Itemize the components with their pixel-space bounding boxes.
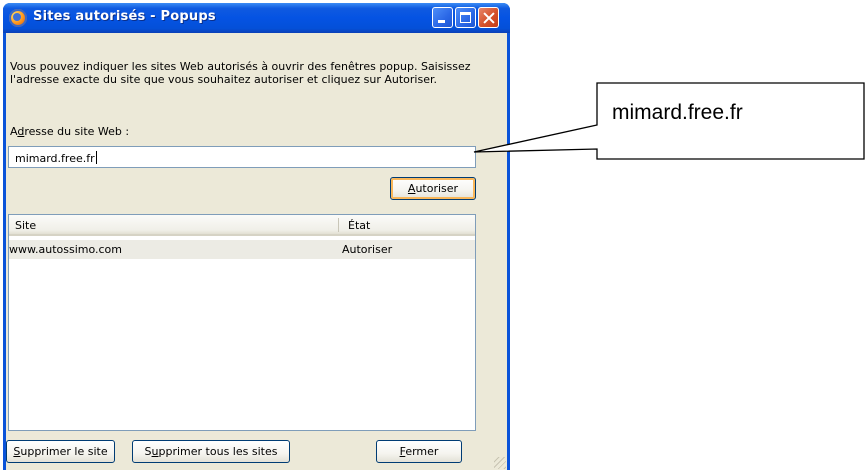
dialog-body: Vous pouvez indiquer les sites Web autor… bbox=[6, 33, 507, 470]
list-header: Site État bbox=[9, 215, 475, 236]
column-header-site[interactable]: Site bbox=[15, 219, 36, 232]
remove-all-sites-button[interactable]: Supprimer tous les sites bbox=[132, 440, 290, 463]
address-label: Adresse du site Web : bbox=[10, 125, 130, 138]
callout-text: mimard.free.fr bbox=[612, 101, 743, 124]
description-text: Vous pouvez indiquer les sites Web autor… bbox=[10, 60, 471, 86]
window-title: Sites autorisés - Popups bbox=[33, 9, 216, 24]
minimize-button[interactable] bbox=[432, 7, 453, 28]
list-item-status: Autoriser bbox=[342, 243, 393, 256]
close-button[interactable]: Fermer bbox=[376, 440, 462, 463]
site-address-value: mimard.free.fr bbox=[15, 152, 95, 165]
column-divider[interactable] bbox=[338, 218, 339, 232]
allow-button[interactable]: Autoriser bbox=[390, 177, 476, 200]
text-caret bbox=[95, 151, 97, 164]
resize-grip-icon[interactable] bbox=[494, 457, 506, 469]
remove-site-button[interactable]: Supprimer le site bbox=[6, 440, 115, 463]
list-item[interactable]: www.autossimo.com Autoriser bbox=[9, 240, 475, 259]
list-item-site: www.autossimo.com bbox=[9, 243, 122, 256]
site-address-input[interactable]: mimard.free.fr bbox=[8, 146, 476, 168]
title-bar[interactable]: Sites autorisés - Popups bbox=[3, 3, 510, 33]
maximize-button[interactable] bbox=[455, 7, 476, 28]
sites-list[interactable]: Site État www.autossimo.com Autoriser bbox=[8, 214, 476, 431]
close-window-button[interactable] bbox=[478, 7, 499, 28]
firefox-icon bbox=[9, 9, 27, 27]
column-header-status[interactable]: État bbox=[348, 219, 370, 232]
popup-permissions-window: Sites autorisés - Popups Vous pouvez ind… bbox=[3, 3, 510, 470]
